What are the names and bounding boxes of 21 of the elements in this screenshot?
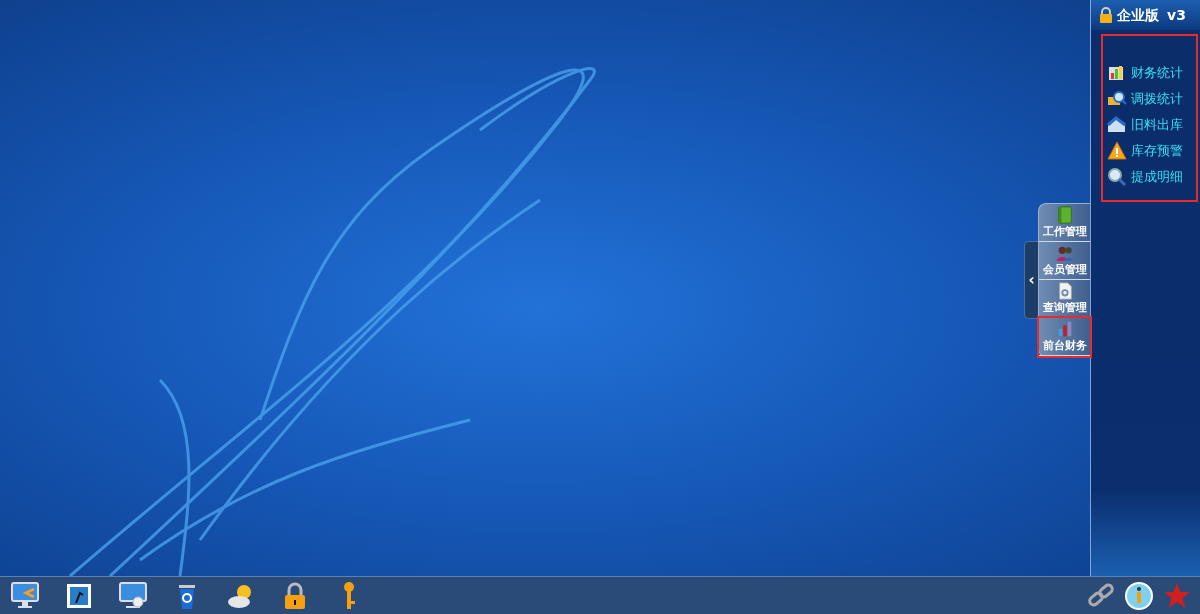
taskbar-button[interactable] bbox=[10, 580, 40, 611]
collapse-tab[interactable]: ‹ bbox=[1024, 241, 1038, 319]
version-label: v3 bbox=[1167, 5, 1186, 25]
menu-item[interactable]: 提成明细 bbox=[1131, 164, 1183, 190]
notebook-icon bbox=[1055, 206, 1074, 224]
dock-tab[interactable]: 前台财务 bbox=[1039, 318, 1090, 356]
info-icon bbox=[1124, 580, 1154, 611]
monitor-search-icon bbox=[118, 580, 148, 611]
people-icon bbox=[1055, 244, 1074, 262]
warning-icon bbox=[1107, 141, 1127, 161]
monitor-arrow-icon bbox=[10, 580, 40, 611]
edition-title: 企业版 bbox=[1117, 5, 1159, 25]
house-icon bbox=[1107, 115, 1127, 135]
menu-item[interactable]: 旧料出库 bbox=[1131, 112, 1183, 138]
menu-item[interactable]: 财务统计 bbox=[1131, 60, 1183, 86]
taskbar-button[interactable] bbox=[118, 580, 148, 611]
taskbar-button[interactable] bbox=[1124, 580, 1154, 611]
menu-item[interactable]: 调拨统计 bbox=[1131, 86, 1183, 112]
menu-item[interactable]: 库存预警 bbox=[1131, 138, 1183, 164]
search-icon bbox=[1107, 167, 1127, 187]
lock-icon bbox=[1099, 7, 1113, 23]
